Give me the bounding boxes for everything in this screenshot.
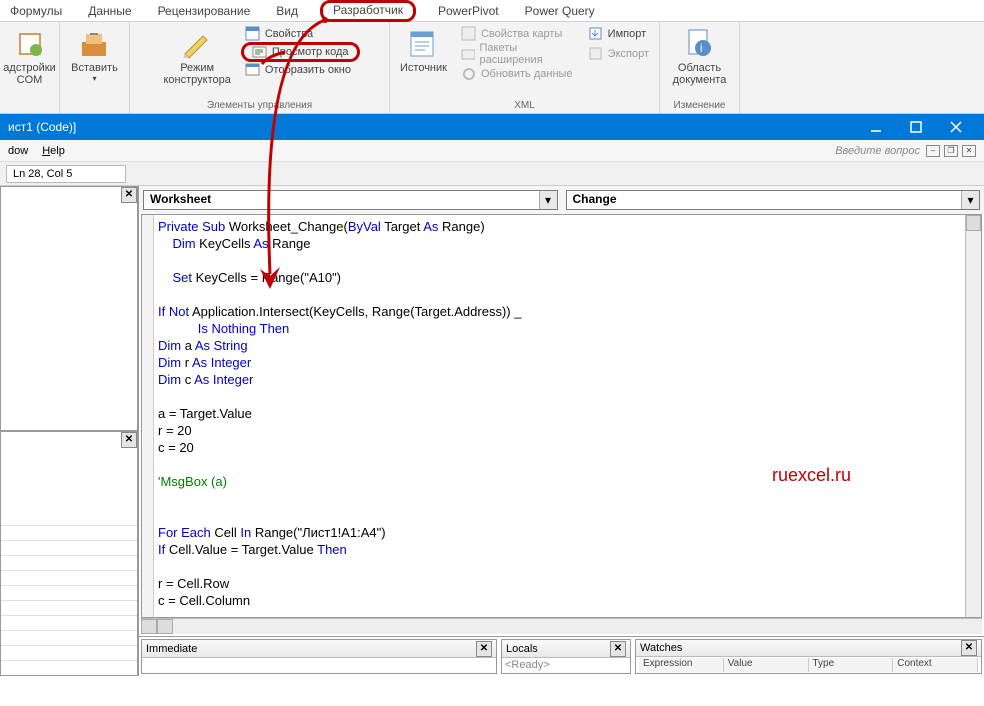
properties-button[interactable]: Свойства bbox=[241, 24, 360, 44]
vbe-title-bar: ист1 (Code)] bbox=[0, 114, 984, 140]
refresh-data-button[interactable]: Обновить данные bbox=[457, 64, 578, 84]
com-addins-button[interactable]: адстройки COM bbox=[0, 24, 60, 88]
watches-window[interactable]: Watches✕ Expression Value Type Context bbox=[635, 639, 982, 674]
minimize-icon bbox=[870, 121, 882, 133]
tab-data[interactable]: Данные bbox=[84, 2, 135, 20]
immediate-window[interactable]: Immediate✕ bbox=[141, 639, 497, 674]
group-controls-label: Элементы управления bbox=[207, 98, 312, 113]
maximize-icon bbox=[910, 121, 922, 133]
procedure-dropdown[interactable]: Change ▾ bbox=[566, 190, 981, 210]
maximize-button[interactable] bbox=[896, 114, 936, 140]
export-button[interactable]: Экспорт bbox=[584, 44, 653, 64]
vbe-menu-bar: dow Help Введите вопрос – ❐ ✕ bbox=[0, 140, 984, 162]
object-dropdown[interactable]: Worksheet ▾ bbox=[143, 190, 558, 210]
xml-source-button[interactable]: Источник bbox=[396, 24, 451, 84]
addins-icon bbox=[14, 28, 46, 60]
full-view-icon[interactable] bbox=[157, 619, 173, 634]
cursor-position: Ln 28, Col 5 bbox=[6, 165, 126, 183]
export-icon bbox=[588, 46, 604, 62]
expansion-packs-button[interactable]: Пакеты расширения bbox=[457, 44, 578, 64]
map-properties-button[interactable]: Свойства карты bbox=[457, 24, 578, 44]
close-button[interactable] bbox=[936, 114, 976, 140]
import-icon bbox=[588, 26, 604, 42]
watches-col-value[interactable]: Value bbox=[724, 658, 809, 672]
doc-info-icon: i bbox=[683, 28, 715, 60]
tab-formulas[interactable]: Формулы bbox=[6, 2, 66, 20]
code-content[interactable]: Private Sub Worksheet_Change(ByVal Targe… bbox=[154, 215, 965, 617]
properties-icon bbox=[245, 26, 261, 42]
code-editor[interactable]: Private Sub Worksheet_Change(ByVal Targe… bbox=[141, 214, 982, 618]
refresh-icon bbox=[461, 66, 477, 82]
tab-review[interactable]: Рецензирование bbox=[154, 2, 255, 20]
import-button[interactable]: Импорт bbox=[584, 24, 653, 44]
tab-powerpivot[interactable]: PowerPivot bbox=[434, 2, 503, 20]
code-window: Worksheet ▾ Change ▾ Private Sub Workshe… bbox=[138, 186, 984, 676]
menu-window[interactable]: dow bbox=[8, 145, 28, 157]
design-mode-button[interactable]: Режим конструктора bbox=[159, 24, 234, 88]
locals-window[interactable]: Locals✕ <Ready> bbox=[501, 639, 631, 674]
packs-icon bbox=[461, 46, 476, 62]
properties-window[interactable]: ✕ bbox=[0, 431, 138, 676]
dialog-icon bbox=[245, 62, 261, 78]
procedure-view-icon[interactable] bbox=[141, 619, 157, 634]
scrollbar-horizontal[interactable] bbox=[141, 618, 982, 634]
excel-ribbon-tabs: Формулы Данные Рецензирование Вид Разраб… bbox=[0, 0, 984, 22]
insert-control-button[interactable]: Вставить ▾ bbox=[67, 24, 122, 85]
close-icon bbox=[950, 121, 962, 133]
project-close-button[interactable]: ✕ bbox=[121, 187, 137, 203]
immediate-close-button[interactable]: ✕ bbox=[476, 641, 492, 657]
project-explorer[interactable]: ✕ bbox=[0, 186, 138, 431]
menu-help[interactable]: Help bbox=[42, 145, 65, 157]
watches-col-expression[interactable]: Expression bbox=[639, 658, 724, 672]
code-icon bbox=[252, 44, 268, 60]
xml-source-icon bbox=[407, 28, 439, 60]
watches-col-type[interactable]: Type bbox=[809, 658, 894, 672]
minimize-button[interactable] bbox=[856, 114, 896, 140]
group-xml-label: XML bbox=[514, 98, 535, 113]
watches-close-button[interactable]: ✕ bbox=[961, 640, 977, 656]
vbe-body: ✕ ✕ Worksheet ▾ Change ▾ Private Sub Wor… bbox=[0, 186, 984, 676]
mdi-restore[interactable]: ❐ bbox=[944, 145, 958, 157]
view-code-button[interactable]: Просмотр кода bbox=[241, 42, 360, 62]
mdi-minimize[interactable]: – bbox=[926, 145, 940, 157]
chevron-down-icon[interactable]: ▾ bbox=[539, 191, 557, 209]
scrollbar-vertical[interactable] bbox=[965, 215, 981, 617]
properties-close-button[interactable]: ✕ bbox=[121, 432, 137, 448]
vbe-title-text: ист1 (Code)] bbox=[8, 120, 76, 134]
bottom-panels: Immediate✕ Locals✕ <Ready> Watches✕ Expr… bbox=[139, 636, 984, 676]
vbe-left-panes: ✕ ✕ bbox=[0, 186, 138, 676]
group-change-label: Изменение bbox=[674, 98, 726, 113]
toolbox-icon bbox=[78, 28, 110, 60]
locals-close-button[interactable]: ✕ bbox=[610, 641, 626, 657]
chevron-down-icon[interactable]: ▾ bbox=[961, 191, 979, 209]
ribbon: адстройки COM Вставить ▾ Режим конструкт… bbox=[0, 22, 984, 114]
document-area-button[interactable]: i Область документа bbox=[669, 24, 731, 88]
svg-text:i: i bbox=[700, 41, 703, 55]
mdi-controls: – ❐ ✕ bbox=[926, 145, 976, 157]
mdi-close[interactable]: ✕ bbox=[962, 145, 976, 157]
help-search-input[interactable]: Введите вопрос bbox=[835, 145, 920, 157]
vbe-toolbar: Ln 28, Col 5 bbox=[0, 162, 984, 186]
watches-col-context[interactable]: Context bbox=[893, 658, 978, 672]
watermark: ruexcel.ru bbox=[772, 465, 851, 486]
tab-developer[interactable]: Разработчик bbox=[320, 0, 416, 22]
tab-powerquery[interactable]: Power Query bbox=[521, 2, 599, 20]
tab-view[interactable]: Вид bbox=[272, 2, 302, 20]
show-window-button[interactable]: Отобразить окно bbox=[241, 60, 360, 80]
ruler-pencil-icon bbox=[181, 28, 213, 60]
map-props-icon bbox=[461, 26, 477, 42]
